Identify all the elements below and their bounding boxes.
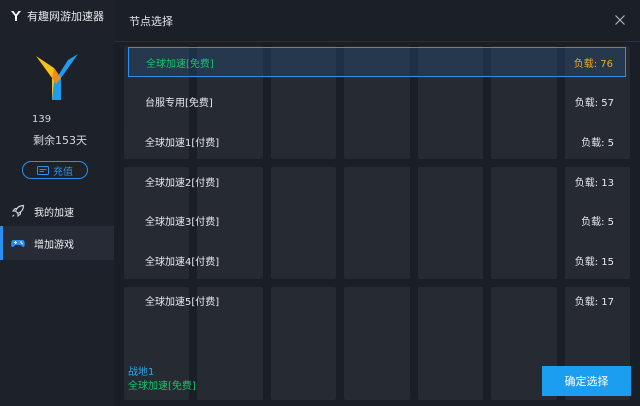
dialog-header: 节点选择 xyxy=(114,0,640,42)
selected-game: 战地1 xyxy=(128,367,155,378)
app-brand: 有趣网游加速器 xyxy=(10,8,104,24)
rocket-icon xyxy=(11,204,25,218)
recharge-label: 充值 xyxy=(53,166,73,178)
recharge-button[interactable]: 充值 xyxy=(22,161,88,179)
sidebar-item-label: 我的加速 xyxy=(34,207,74,219)
node-load: 负载: 15 xyxy=(574,256,614,268)
sidebar-item-my-boost[interactable]: 我的加速 xyxy=(0,194,114,228)
node-load: 负载: 5 xyxy=(581,216,614,228)
node-name: 全球加速[免费] xyxy=(146,58,214,70)
sidebar: 有趣网游加速器 139 剩余153天 充值 我的加速 增加游戏 xyxy=(0,0,114,406)
node-load: 负载: 13 xyxy=(574,177,614,189)
dialog-title: 节点选择 xyxy=(129,15,173,28)
node-row[interactable]: 全球加速3[付费] 负载: 5 xyxy=(128,205,626,235)
days-remaining: 剩余153天 xyxy=(33,134,87,147)
app-title: 有趣网游加速器 xyxy=(27,10,104,23)
node-name: 台服专用[免费] xyxy=(145,97,213,109)
node-name: 全球加速3[付费] xyxy=(145,216,220,228)
close-icon[interactable] xyxy=(614,14,626,26)
node-load: 负载: 76 xyxy=(573,58,613,70)
node-row[interactable]: 全球加速5[付费] 负载: 17 xyxy=(128,285,626,315)
gamepad-icon xyxy=(11,240,25,247)
confirm-selection-button[interactable]: 确定选择 xyxy=(542,366,631,396)
node-load: 负载: 5 xyxy=(581,137,614,149)
sidebar-item-add-game[interactable]: 增加游戏 xyxy=(0,226,114,260)
app-logo-icon xyxy=(11,11,21,21)
node-row[interactable]: 全球加速4[付费] 负载: 15 xyxy=(128,245,626,275)
node-name: 全球加速5[付费] xyxy=(145,296,220,308)
node-row[interactable]: 全球加速1[付费] 负载: 5 xyxy=(128,126,626,156)
node-load: 负载: 17 xyxy=(574,296,614,308)
selected-node: 全球加速[免费] xyxy=(128,381,196,392)
app-window: 有趣网游加速器 139 剩余153天 充值 我的加速 增加游戏 节点选择 全球加… xyxy=(0,0,640,406)
node-name: 全球加速2[付费] xyxy=(145,177,220,189)
node-name: 全球加速4[付费] xyxy=(145,256,220,268)
card-icon xyxy=(37,165,49,175)
node-load: 负载: 57 xyxy=(574,97,614,109)
node-row-selected[interactable]: 全球加速[免费] 负载: 76 xyxy=(128,47,626,77)
node-select-dialog: 节点选择 全球加速[免费] 负载: 76 台服专用[免费] 负载: 57 全球加… xyxy=(114,0,640,406)
node-name: 全球加速1[付费] xyxy=(145,137,220,149)
node-row[interactable]: 全球加速2[付费] 负载: 13 xyxy=(128,166,626,196)
app-logo-large-icon xyxy=(36,54,78,100)
selection-status: 战地1 全球加速[免费] xyxy=(128,366,196,394)
user-id: 139 xyxy=(32,114,52,125)
node-row[interactable]: 台服专用[免费] 负载: 57 xyxy=(128,86,626,116)
sidebar-item-label: 增加游戏 xyxy=(34,239,74,251)
